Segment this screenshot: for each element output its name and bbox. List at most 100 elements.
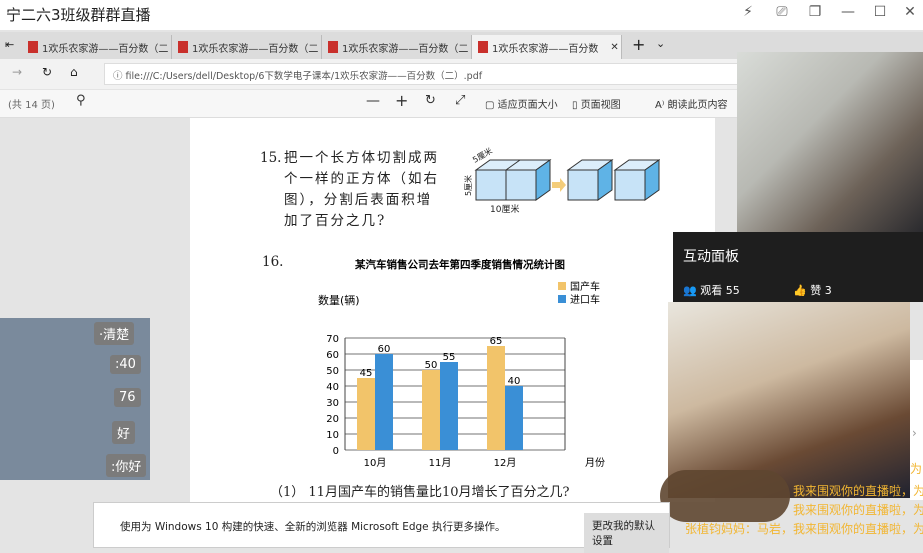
tab-aside-icon[interactable]: ⇤: [5, 38, 14, 51]
chat-message: 为: [910, 462, 923, 476]
chat-bubble: ·清楚: [94, 322, 135, 345]
side-strip: ›: [910, 360, 923, 500]
chat-bubble: :你好: [106, 454, 147, 477]
teacher-video: [737, 52, 923, 232]
y-tick-label: 50: [326, 366, 339, 377]
dimension-label: 5厘米: [464, 174, 474, 197]
likes-label: 赞 3: [810, 284, 832, 297]
data-label: 65: [490, 336, 503, 347]
search-icon[interactable]: ⚲: [76, 93, 86, 108]
bar-进口车: [505, 386, 523, 450]
text-line: 加了百分之几?: [284, 213, 387, 229]
zoom-out-button[interactable]: —: [366, 93, 380, 109]
y-axis-label: 数量(辆): [318, 293, 360, 307]
chart-title: 某汽车销售公司去年第四季度销售情况统计图: [354, 258, 565, 271]
legend-swatch: [558, 295, 566, 303]
y-tick-label: 70: [326, 334, 339, 345]
chat-message: 张植钧妈妈：马岩，我来围观你的直播啦，为: [685, 522, 923, 536]
bar-国产车: [487, 346, 505, 450]
rotate-icon[interactable]: ↻: [425, 93, 436, 108]
text-line: 图），分割后表面积增: [284, 192, 433, 208]
question-number: 15.: [260, 150, 282, 166]
chevron-right-icon[interactable]: ›: [912, 426, 917, 440]
legend-swatch: [558, 282, 566, 290]
tab-list-icon[interactable]: ⌄: [656, 37, 665, 50]
chat-message: 我来围观你的直播啦，为: [793, 484, 923, 498]
pdf-icon: [328, 41, 338, 53]
pdf-icon: [478, 41, 488, 53]
page-view-label: 页面视图: [580, 100, 621, 111]
question-15: 15. 把一个长方体切割成两 个一样的正方体（如右 图），分割后表面积增 加了百…: [260, 148, 437, 229]
arrow-icon: [552, 178, 566, 192]
bar-国产车: [357, 378, 375, 450]
data-label: 40: [508, 376, 521, 387]
chat-bubble: 好: [112, 421, 136, 444]
left-chat-overlay: ·清楚 :40 76 好 :你好: [0, 318, 150, 480]
chat-bubble: 76: [114, 388, 141, 407]
interaction-panel: 互动面板 👥 观看 55 👍 赞 3: [673, 232, 923, 302]
window-title: 宁二六3班级群群直播: [6, 6, 151, 24]
fullscreen-icon[interactable]: ⤢: [455, 93, 465, 108]
question-number: 16.: [262, 254, 284, 270]
info-icon: ⓘ: [113, 71, 126, 82]
chat-bubble: :40: [110, 355, 141, 374]
close-icon[interactable]: ✕: [900, 4, 920, 20]
cast-icon[interactable]: ⎚: [772, 4, 792, 20]
data-label: 60: [378, 344, 391, 355]
viewers-count: 👥 观看 55: [683, 284, 740, 297]
tab[interactable]: 1欢乐农家游——百分数（二: [172, 35, 322, 59]
zoom-in-button[interactable]: +: [395, 91, 408, 110]
data-label: 55: [443, 352, 456, 363]
panel-title: 互动面板: [683, 249, 739, 265]
legend-label: 进口车: [570, 293, 600, 306]
tab-active[interactable]: 1欢乐农家游——百分数 ✕: [472, 35, 622, 59]
like-button[interactable]: 👍 赞 3: [793, 282, 832, 298]
notice-text: 使用为 Windows 10 构建的快速、全新的浏览器 Microsoft Ed…: [120, 521, 506, 533]
home-icon[interactable]: ⌂: [70, 65, 78, 79]
edge-notification-bar: 使用为 Windows 10 构建的快速、全新的浏览器 Microsoft Ed…: [93, 502, 670, 553]
minimize-icon[interactable]: —: [838, 4, 858, 20]
question-16-sub1: （1） 11月国产车的销售量比10月增长了百分之几?: [270, 485, 570, 500]
bolt-icon[interactable]: ⚡: [738, 4, 758, 20]
x-tick-label: 12月: [494, 457, 517, 469]
blurred-avatar: [660, 470, 790, 522]
pdf-page: 15. 把一个长方体切割成两 个一样的正方体（如右 图），分割后表面积增 加了百…: [190, 118, 715, 502]
close-tab-icon[interactable]: ✕: [610, 42, 618, 53]
new-tab-button[interactable]: +: [632, 35, 645, 54]
page-view-button[interactable]: ▯ 页面视图: [572, 96, 621, 111]
legend-label: 国产车: [570, 280, 600, 293]
tab-label: 1欢乐农家游——百分数: [492, 43, 599, 55]
url-text: file:///C:/Users/dell/Desktop/6下数学电子课本/1…: [125, 71, 483, 82]
tab-label: 1欢乐农家游——百分数（二: [342, 43, 469, 55]
change-default-button[interactable]: 更改我的默认设置: [584, 513, 669, 553]
fit-page-button[interactable]: ▢ 适应页面大小: [485, 96, 558, 111]
refresh-icon[interactable]: ↻: [42, 65, 52, 79]
viewers-label: 观看 55: [700, 284, 740, 297]
bar-进口车: [375, 354, 393, 450]
y-tick-label: 20: [326, 414, 339, 425]
bar-chart: 某汽车销售公司去年第四季度销售情况统计图数量(辆) 0 10 20 30 40 50 60 70…: [318, 258, 605, 469]
dimension-label: 10厘米: [490, 205, 520, 215]
forward-icon[interactable]: →: [12, 65, 22, 79]
x-axis-label: 月份: [585, 457, 605, 469]
y-tick-label: 60: [326, 350, 339, 361]
tab-label: 1欢乐农家游——百分数（二: [192, 43, 319, 55]
student-video: [668, 302, 910, 498]
maximize-icon[interactable]: ☐: [870, 4, 890, 20]
read-aloud-button[interactable]: A⁾ 朗读此页内容: [655, 96, 727, 111]
title-bar: 宁二六3班级群群直播 ⚡ ⎚ ❐ — ☐ ✕: [0, 0, 923, 30]
fit-page-label: 适应页面大小: [497, 100, 558, 111]
bar-国产车: [422, 370, 440, 450]
text-line: 把一个长方体切割成两: [284, 150, 439, 166]
text-line: 个一样的正方体（如右: [284, 171, 439, 187]
tab[interactable]: 1欢乐农家游——百分数（二: [322, 35, 472, 59]
y-tick-label: 10: [326, 430, 339, 441]
x-tick-label: 11月: [429, 457, 452, 469]
y-tick-label: 40: [326, 382, 339, 393]
y-tick-label: 30: [326, 398, 339, 409]
data-label: 45: [360, 368, 373, 379]
address-input[interactable]: ⓘ file:///C:/Users/dell/Desktop/6下数学电子课本…: [104, 63, 744, 85]
tab[interactable]: 1欢乐农家游——百分数（二: [22, 35, 172, 59]
copy-icon[interactable]: ❐: [805, 4, 825, 20]
x-tick-label: 10月: [364, 457, 387, 469]
